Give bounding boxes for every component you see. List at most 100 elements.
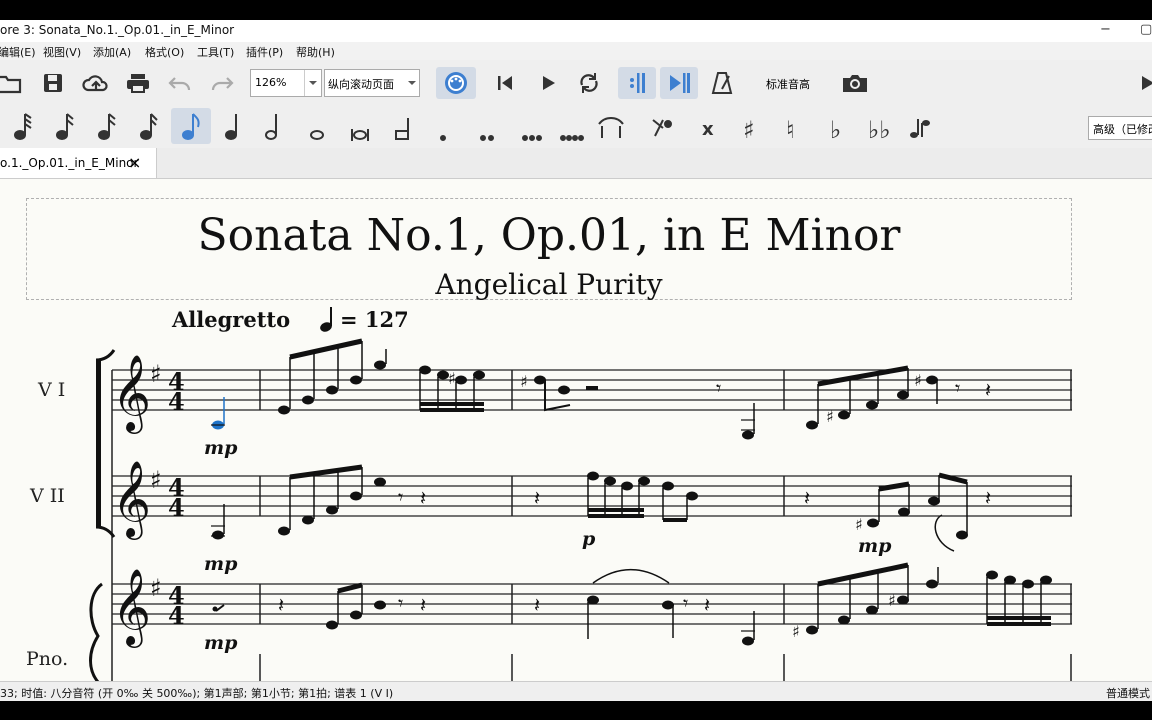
save-icon[interactable] xyxy=(40,70,66,96)
print-icon[interactable] xyxy=(124,70,152,96)
barlines xyxy=(111,370,1072,681)
quad-dot-icon[interactable] xyxy=(560,135,584,141)
svg-text:♯: ♯ xyxy=(914,371,922,390)
menu-help[interactable]: 帮助(H) xyxy=(296,44,335,60)
chevron-down-icon xyxy=(405,70,419,96)
dynamic-marking[interactable]: p xyxy=(582,528,595,550)
dot-icon[interactable] xyxy=(440,135,446,141)
svg-text:𝄾: 𝄾 xyxy=(398,485,403,509)
treble-clef-icon: 𝄞 xyxy=(112,568,151,648)
dynamic-marking[interactable]: mp xyxy=(204,632,237,654)
svg-text:𝄽: 𝄽 xyxy=(534,486,540,510)
double-dot-icon[interactable] xyxy=(480,135,494,141)
menu-edit[interactable]: 编辑(E) xyxy=(0,44,36,60)
duration-breve-icon[interactable] xyxy=(351,129,369,141)
minimize-icon[interactable]: − xyxy=(1100,22,1111,37)
rewind-icon[interactable] xyxy=(493,70,517,96)
svg-text:♯: ♯ xyxy=(855,515,863,534)
key-signature-sharp: ♯ xyxy=(150,574,162,602)
svg-text:𝄾: 𝄾 xyxy=(716,376,721,400)
main-toolbar: 126% 纵向滚动页面 标准音高 xyxy=(0,60,1152,105)
menu-add[interactable]: 添加(A) xyxy=(93,44,131,60)
menu-plugins[interactable]: 插件(P) xyxy=(246,44,283,60)
svg-text:𝄽: 𝄽 xyxy=(804,486,810,510)
svg-text:𝄽: 𝄽 xyxy=(534,593,540,617)
svg-text:♯: ♯ xyxy=(520,372,528,391)
duration-16th-icon[interactable] xyxy=(98,113,116,140)
chevron-down-icon xyxy=(304,70,321,96)
menu-tools[interactable]: 工具(T) xyxy=(197,44,234,60)
midi-input-button[interactable] xyxy=(436,67,476,99)
view-mode-value: 纵向滚动页面 xyxy=(328,78,394,91)
svg-text:𝄾: 𝄾 xyxy=(683,591,688,615)
piano-brace xyxy=(89,582,104,681)
view-mode-select[interactable]: 纵向滚动页面 xyxy=(324,69,420,97)
measure-4[interactable]: ♯ ♯ 𝄾 𝄽 𝄽 ♯ 𝄽 ♯ ♯ xyxy=(792,365,1052,641)
measure-2[interactable]: ♯ 𝄾 𝄽 𝄽 𝄾 𝄽 xyxy=(278,338,485,630)
dynamic-marking[interactable]: mp xyxy=(204,437,237,459)
play-icon[interactable] xyxy=(536,70,560,96)
treble-clef-icon: 𝄞 xyxy=(112,460,151,540)
score-canvas[interactable]: Sonata No.1, Op.01, in E Minor Angelical… xyxy=(0,179,1152,681)
duration-whole-icon[interactable] xyxy=(310,130,324,140)
play-repeats-icon[interactable] xyxy=(618,67,656,99)
svg-text:𝄽: 𝄽 xyxy=(420,593,426,617)
svg-text:𝄾: 𝄾 xyxy=(398,591,403,615)
close-panel-icon[interactable] xyxy=(1138,70,1152,96)
workspace-select[interactable]: 高级（已修改 xyxy=(1088,116,1152,140)
duration-16th-alt-icon[interactable] xyxy=(140,113,158,140)
dynamic-marking[interactable]: mp xyxy=(858,535,891,557)
note-input-toolbar: x ♯ ♮ ♭ ♭♭ 1 2 3 4 高级（已修改 xyxy=(0,104,1152,239)
tie-icon[interactable] xyxy=(598,117,624,138)
concert-pitch-toggle[interactable]: 标准音高 xyxy=(766,76,810,92)
menu-format[interactable]: 格式(O) xyxy=(145,44,184,60)
undo-icon[interactable] xyxy=(166,70,194,96)
maximize-icon[interactable]: ▢ xyxy=(1140,22,1152,37)
svg-text:4: 4 xyxy=(168,601,185,630)
double-sharp-icon[interactable]: x xyxy=(702,119,714,140)
flat-icon[interactable]: ♭ xyxy=(830,116,841,144)
loop-icon[interactable] xyxy=(576,70,602,96)
screen-bottom-border xyxy=(0,701,1152,720)
music-notation[interactable]: 𝄞 𝄞 𝄞 ♯ ♯ ♯ 44 44 44 ♯ 𝄾 𝄽 𝄽 𝄾 𝄽 ♯ 𝄾 𝄽 𝄽… xyxy=(0,179,1152,681)
pan-score-icon[interactable] xyxy=(660,67,698,99)
sharp-icon[interactable]: ♯ xyxy=(743,116,755,144)
double-flat-icon[interactable]: ♭♭ xyxy=(868,116,891,144)
treble-clef-icon: 𝄞 xyxy=(112,354,151,434)
score-tab[interactable]: o.1._Op.01._in_E_Minor × xyxy=(0,148,157,178)
duration-32nd-icon[interactable] xyxy=(56,113,74,140)
svg-text:♯: ♯ xyxy=(826,407,834,426)
triple-dot-icon[interactable] xyxy=(522,135,542,141)
measure-1[interactable] xyxy=(211,397,225,612)
open-folder-icon[interactable] xyxy=(0,70,22,96)
menu-bar: 编辑(E) 视图(V) 添加(A) 格式(O) 工具(T) 插件(P) 帮助(H… xyxy=(0,42,1152,60)
menu-view[interactable]: 视图(V) xyxy=(43,44,81,60)
svg-text:♯: ♯ xyxy=(792,622,800,641)
metronome-icon[interactable] xyxy=(709,70,735,96)
duration-64th-icon[interactable] xyxy=(14,113,32,140)
natural-icon[interactable]: ♮ xyxy=(786,116,795,144)
rest-icon[interactable] xyxy=(652,119,672,137)
score-tab-label: o.1._Op.01._in_E_Minor xyxy=(0,156,139,170)
key-signature-sharp: ♯ xyxy=(150,360,162,388)
flip-direction-icon[interactable] xyxy=(906,112,934,142)
status-mode: 普通模式 xyxy=(1106,687,1150,700)
duration-half-icon[interactable] xyxy=(265,114,277,140)
close-icon[interactable]: × xyxy=(128,153,141,172)
svg-text:♯: ♯ xyxy=(448,369,456,388)
screen-top-border xyxy=(0,0,1152,20)
svg-text:♯: ♯ xyxy=(888,591,896,610)
svg-text:𝄽: 𝄽 xyxy=(985,486,991,510)
svg-text:𝄽: 𝄽 xyxy=(985,378,991,402)
workspace-value: 高级（已修改 xyxy=(1093,123,1152,136)
score-tab-bar: o.1._Op.01._in_E_Minor × xyxy=(0,148,1152,179)
zoom-select[interactable]: 126% xyxy=(250,69,322,97)
window-title: ore 3: Sonata_No.1._Op.01._in_E_Minor xyxy=(0,23,235,37)
dynamic-marking[interactable]: mp xyxy=(204,553,237,575)
key-signature-sharp: ♯ xyxy=(150,466,162,494)
camera-icon[interactable] xyxy=(840,70,870,96)
duration-quarter-icon[interactable] xyxy=(225,114,237,140)
upload-cloud-icon[interactable] xyxy=(82,70,110,96)
duration-longa-icon[interactable] xyxy=(395,118,409,140)
redo-icon[interactable] xyxy=(208,70,236,96)
